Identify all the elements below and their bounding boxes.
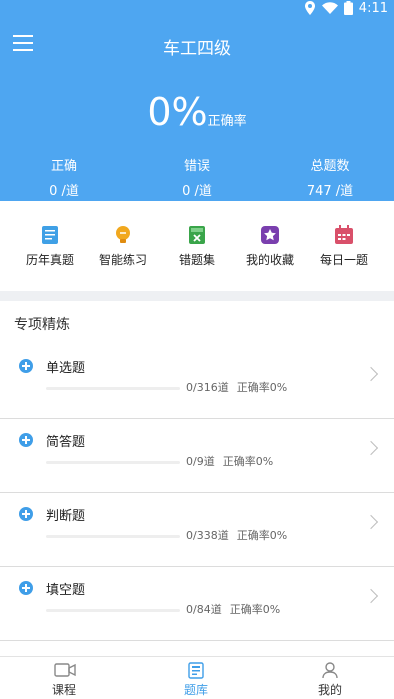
topic-short-answer[interactable]: 简答题 0/9道 正确率0% (0, 419, 394, 493)
topic-fill-blank[interactable]: 填空题 0/84道 正确率0% (0, 567, 394, 641)
wrong-book-icon (187, 225, 207, 245)
quick-actions: 历年真题 智能练习 错题集 我的收藏 每日一题 (0, 201, 394, 291)
plus-icon (19, 433, 33, 447)
plus-icon (19, 359, 33, 373)
section-divider (0, 291, 394, 301)
topic-rate: 正确率0% (236, 529, 288, 542)
topic-stat: 0/84道 正确率0% (186, 601, 280, 617)
accuracy-value: 0% (147, 90, 208, 134)
topic-stat: 0/338道 正确率0% (186, 527, 287, 543)
nav-label: 题库 (183, 683, 208, 697)
page-title: 车工四级 (163, 39, 231, 59)
stat-label: 正确 (50, 159, 77, 174)
nav-profile[interactable]: 我的 (290, 662, 370, 698)
progress-bar (46, 535, 180, 538)
section-title: 专项精炼 (14, 317, 70, 333)
quick-past-exams[interactable]: 历年真题 (12, 225, 88, 268)
topic-name: 简答题 (46, 435, 86, 450)
topic-single-choice[interactable]: 单选题 0/316道 正确率0% (0, 345, 394, 419)
stat-label: 总题数 (310, 159, 350, 174)
stat-value: 0 /道 (49, 184, 79, 199)
location-icon (304, 1, 315, 15)
quick-label: 我的收藏 (245, 253, 294, 267)
topic-stat: 0/316道 正确率0% (186, 379, 287, 395)
video-icon (54, 662, 76, 679)
chevron-right-icon (363, 588, 379, 604)
stat-correct: 正确 0 /道 (4, 155, 124, 199)
topic-count: 0/316道 (186, 381, 229, 394)
person-icon (320, 662, 340, 679)
stat-wrong: 错误 0 /道 (137, 155, 257, 199)
stats-row: 正确 0 /道 错误 0 /道 总题数 747 /道 (0, 155, 394, 199)
quick-label: 每日一题 (319, 253, 368, 267)
battery-icon (343, 1, 353, 15)
plus-icon (19, 507, 33, 521)
chevron-right-icon (363, 514, 379, 530)
topic-rate: 正确率0% (222, 455, 274, 468)
wifi-icon (321, 2, 338, 14)
accuracy-label: 正确率 (207, 114, 247, 129)
quick-label: 智能练习 (98, 253, 147, 267)
question-bank-icon (186, 662, 206, 679)
progress-bar (46, 609, 180, 612)
plus-icon (19, 581, 33, 595)
status-bar: 4:11 (0, 0, 394, 22)
nav-label: 课程 (51, 683, 76, 697)
quick-favorites[interactable]: 我的收藏 (232, 225, 308, 268)
nav-label: 我的 (317, 683, 342, 697)
stat-value: 747 /道 (306, 184, 354, 199)
stat-total: 总题数 747 /道 (270, 155, 390, 199)
accuracy-display: 0%正确率 (0, 90, 394, 134)
quick-wrong-collection[interactable]: 错题集 (159, 225, 235, 268)
bottom-nav: 课程 题库 我的 (0, 656, 394, 699)
book-icon (40, 225, 60, 245)
chevron-right-icon (363, 440, 379, 456)
header: 4:11 车工四级 0%正确率 正确 0 /道 错误 0 /道 总题数 747 … (0, 0, 394, 201)
topic-rate: 正确率0% (236, 381, 288, 394)
quick-label: 错题集 (178, 253, 215, 267)
stat-label: 错误 (183, 159, 210, 174)
stat-value: 0 /道 (182, 184, 212, 199)
topic-rate: 正确率0% (229, 603, 281, 616)
quick-label: 历年真题 (25, 253, 74, 267)
quick-smart-practice[interactable]: 智能练习 (85, 225, 161, 268)
topic-count: 0/84道 (186, 603, 222, 616)
topic-name: 判断题 (46, 509, 86, 524)
star-icon (260, 225, 280, 245)
nav-question-bank[interactable]: 题库 (156, 662, 236, 698)
progress-bar (46, 461, 180, 464)
topic-stat: 0/9道 正确率0% (186, 453, 273, 469)
progress-bar (46, 387, 180, 390)
topic-name: 单选题 (46, 361, 86, 376)
quick-daily-question[interactable]: 每日一题 (306, 225, 382, 268)
topic-count: 0/9道 (186, 455, 215, 468)
chevron-right-icon (363, 366, 379, 382)
calendar-icon (334, 225, 354, 245)
topic-count: 0/338道 (186, 529, 229, 542)
status-time: 4:11 (358, 0, 388, 16)
lightbulb-icon (113, 225, 133, 245)
topic-name: 填空题 (46, 583, 86, 598)
nav-courses[interactable]: 课程 (24, 662, 104, 698)
topic-true-false[interactable]: 判断题 0/338道 正确率0% (0, 493, 394, 567)
